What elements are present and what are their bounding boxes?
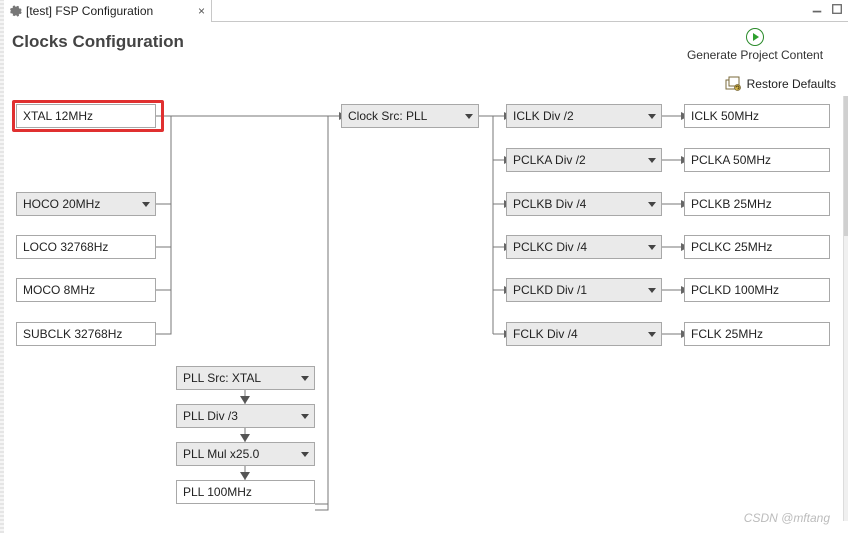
tab-title: [test] FSP Configuration <box>26 4 153 18</box>
pll-out-label: PLL 100MHz <box>183 485 252 499</box>
editor-tabbar: [test] FSP Configuration × <box>4 0 848 22</box>
hoco-label: HOCO 20MHz <box>23 197 100 211</box>
page-title: Clocks Configuration <box>12 32 184 52</box>
pclkb-div-dropdown[interactable]: PCLKB Div /4 <box>506 192 662 216</box>
pclka-div-dropdown[interactable]: PCLKA Div /2 <box>506 148 662 172</box>
pclkc-output: PCLKC 25MHz <box>684 235 830 259</box>
generate-label: Generate Project Content <box>680 48 830 62</box>
pclkc-div-dropdown[interactable]: PCLKC Div /4 <box>506 235 662 259</box>
close-tab-icon[interactable]: × <box>196 4 207 18</box>
iclk-out-label: ICLK 50MHz <box>691 109 759 123</box>
loco-label: LOCO 32768Hz <box>23 240 108 254</box>
subclk-source[interactable]: SUBCLK 32768Hz <box>16 322 156 346</box>
iclk-output: ICLK 50MHz <box>684 104 830 128</box>
moco-source[interactable]: MOCO 8MHz <box>16 278 156 302</box>
subclk-label: SUBCLK 32768Hz <box>23 327 122 341</box>
left-gutter <box>0 0 4 533</box>
pclka-out-label: PCLKA 50MHz <box>691 153 771 167</box>
pll-div-label: PLL Div /3 <box>183 409 238 423</box>
pclka-output: PCLKA 50MHz <box>684 148 830 172</box>
restore-defaults-icon <box>725 76 741 92</box>
pll-div-dropdown[interactable]: PLL Div /3 <box>176 404 315 428</box>
arrow-down-icon <box>240 396 250 404</box>
fclk-out-label: FCLK 25MHz <box>691 327 763 341</box>
clock-src-label: Clock Src: PLL <box>348 109 427 123</box>
arrow-down-icon <box>240 472 250 480</box>
fclk-div-label: FCLK Div /4 <box>513 327 578 341</box>
pclkb-out-label: PCLKB 25MHz <box>691 197 772 211</box>
pclkc-out-label: PCLKC 25MHz <box>691 240 772 254</box>
pll-src-label: PLL Src: XTAL <box>183 371 261 385</box>
pclkd-div-label: PCLKD Div /1 <box>513 283 587 297</box>
iclk-div-dropdown[interactable]: ICLK Div /2 <box>506 104 662 128</box>
pll-src-dropdown[interactable]: PLL Src: XTAL <box>176 366 315 390</box>
clock-src-dropdown[interactable]: Clock Src: PLL <box>341 104 479 128</box>
arrow-down-icon <box>240 434 250 442</box>
watermark: CSDN @mftang <box>744 511 830 525</box>
xtal-highlight <box>12 100 164 132</box>
pclkd-output: PCLKD 100MHz <box>684 278 830 302</box>
fclk-div-dropdown[interactable]: FCLK Div /4 <box>506 322 662 346</box>
pclkb-div-label: PCLKB Div /4 <box>513 197 586 211</box>
generate-project-content-button[interactable]: Generate Project Content <box>680 28 830 62</box>
restore-defaults-label: Restore Defaults <box>747 77 836 91</box>
scrollbar-thumb[interactable] <box>844 96 848 236</box>
pclka-div-label: PCLKA Div /2 <box>513 153 586 167</box>
iclk-div-label: ICLK Div /2 <box>513 109 574 123</box>
loco-source[interactable]: LOCO 32768Hz <box>16 235 156 259</box>
play-icon <box>746 28 764 46</box>
gear-icon <box>8 4 22 18</box>
pclkd-div-dropdown[interactable]: PCLKD Div /1 <box>506 278 662 302</box>
minimize-view-icon[interactable] <box>810 2 824 16</box>
pll-mul-dropdown[interactable]: PLL Mul x25.0 <box>176 442 315 466</box>
pclkc-div-label: PCLKC Div /4 <box>513 240 587 254</box>
moco-label: MOCO 8MHz <box>23 283 95 297</box>
pclkd-out-label: PCLKD 100MHz <box>691 283 779 297</box>
tab-fsp-configuration[interactable]: [test] FSP Configuration × <box>4 0 212 22</box>
fclk-output: FCLK 25MHz <box>684 322 830 346</box>
pll-mul-label: PLL Mul x25.0 <box>183 447 259 461</box>
hoco-source-dropdown[interactable]: HOCO 20MHz <box>16 192 156 216</box>
pll-output: PLL 100MHz <box>176 480 315 504</box>
clocks-canvas: XTAL 12MHz HOCO 20MHz LOCO 32768Hz MOCO … <box>8 96 840 533</box>
pclkb-output: PCLKB 25MHz <box>684 192 830 216</box>
vertical-scrollbar[interactable] <box>843 96 848 521</box>
restore-defaults-link[interactable]: Restore Defaults <box>725 76 836 92</box>
maximize-view-icon[interactable] <box>830 2 844 16</box>
